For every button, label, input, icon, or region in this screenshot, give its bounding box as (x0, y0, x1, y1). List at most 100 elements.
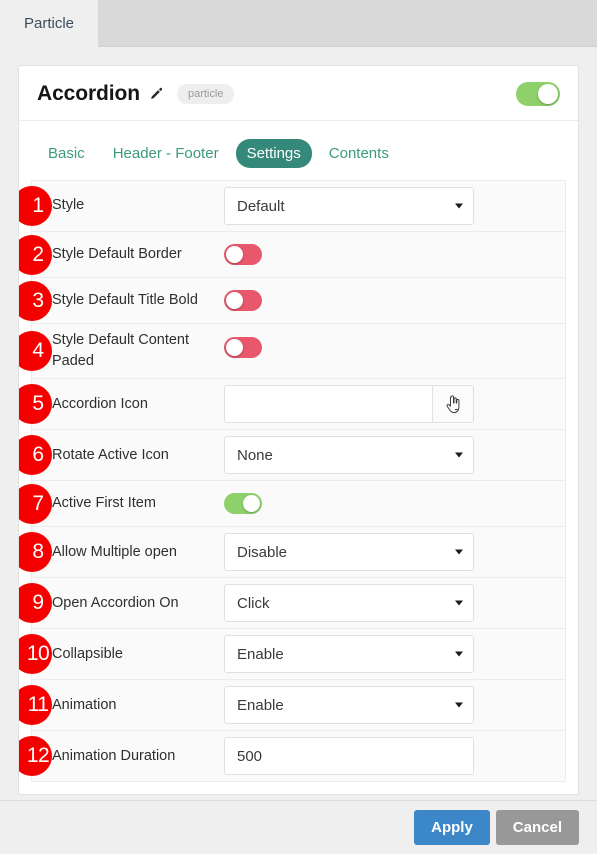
row-field (224, 330, 555, 358)
style-default-border-toggle[interactable] (224, 244, 262, 265)
page-body: Accordion particle Basic Header - Footer (0, 47, 597, 801)
toggle-knob (226, 339, 243, 356)
step-number-badge: 11 (19, 685, 52, 726)
allow-multiple-open-select-value: Disable (237, 543, 288, 561)
apply-button[interactable]: Apply (414, 810, 490, 845)
step-number-badge: 1 (19, 186, 52, 226)
rotate-active-icon-select[interactable]: None (224, 436, 474, 475)
step-number-badge: 9 (19, 583, 52, 624)
tab-basic[interactable]: Basic (37, 139, 96, 168)
animation-duration-input[interactable] (224, 737, 474, 776)
row-field: Disable (224, 533, 555, 572)
row-label: Style Default Title Bold (52, 291, 198, 308)
tab-particle-label: Particle (24, 15, 75, 32)
row-label: Style Default Border (52, 245, 182, 262)
particle-enabled-toggle[interactable] (516, 82, 560, 106)
tab-settings-label: Settings (246, 145, 301, 162)
settings-row-collapsible: 10 Collapsible Enable (19, 629, 565, 681)
row-field: Enable (224, 686, 555, 725)
settings-row-accordion-icon: 5 Accordion Icon (19, 379, 565, 431)
tab-contents-label: Contents (328, 145, 389, 162)
chevron-down-icon (455, 600, 463, 606)
settings-row-rotate-active-icon: 6 Rotate Active Icon None (19, 430, 565, 482)
tab-basic-label: Basic (48, 145, 85, 162)
particle-settings-card: Accordion particle Basic Header - Footer (18, 65, 579, 795)
status-badge: particle (176, 83, 235, 105)
rotate-active-icon-select-value: None (237, 446, 273, 464)
open-accordion-on-select[interactable]: Click (224, 584, 474, 623)
dialog-footer: Apply Cancel (0, 800, 597, 854)
style-default-content-paded-toggle[interactable] (224, 337, 262, 358)
step-number-badge: 12 (19, 736, 52, 777)
tab-settings[interactable]: Settings (235, 139, 312, 168)
row-label: Allow Multiple open (52, 543, 177, 560)
settings-row-style-default-title-bold: 3 Style Default Title Bold (19, 278, 565, 324)
collapsible-select[interactable]: Enable (224, 635, 474, 674)
row-field: Enable (224, 635, 555, 674)
accordion-icon-input[interactable] (224, 385, 432, 424)
row-label: Open Accordion On (52, 594, 179, 611)
row-field: Default (224, 187, 555, 225)
row-field: Click (224, 584, 555, 623)
step-number-badge: 3 (19, 280, 52, 321)
tab-header-footer[interactable]: Header - Footer (102, 139, 230, 168)
cancel-button[interactable]: Cancel (495, 810, 579, 845)
step-number-badge: 2 (19, 234, 52, 275)
accordion-icon-picker (224, 385, 474, 424)
hand-pointer-icon[interactable] (432, 385, 474, 424)
chevron-down-icon (455, 549, 463, 555)
row-field (224, 385, 555, 424)
open-accordion-on-select-value: Click (237, 594, 270, 612)
tab-contents[interactable]: Contents (318, 139, 400, 168)
settings-row-style-default-border: 2 Style Default Border (19, 232, 565, 278)
step-number-badge: 4 (19, 331, 52, 372)
step-number-badge: 5 (19, 384, 52, 425)
animation-select-value: Enable (237, 696, 284, 714)
style-default-title-bold-toggle[interactable] (224, 290, 262, 311)
step-number-badge: 7 (19, 483, 52, 524)
row-label: Style Default Content Paded (52, 332, 190, 370)
row-label: Style (52, 197, 85, 214)
settings-row-animation: 11 Animation Enable (19, 680, 565, 732)
style-select-value: Default (237, 197, 285, 215)
active-first-item-toggle[interactable] (224, 493, 262, 515)
row-label: Active First Item (52, 495, 156, 512)
toggle-knob (538, 84, 558, 104)
step-number-badge: 10 (19, 634, 52, 675)
animation-select[interactable]: Enable (224, 686, 474, 725)
row-label: Animation Duration (52, 747, 176, 764)
style-select[interactable]: Default (224, 187, 474, 225)
settings-row-style-default-content-paded: 4 Style Default Content Paded (19, 324, 565, 380)
toggle-knob (243, 495, 260, 513)
row-field (224, 493, 555, 515)
collapsible-select-value: Enable (237, 645, 284, 663)
row-field (224, 244, 555, 265)
row-field (224, 737, 555, 776)
page-title: Accordion (37, 82, 140, 105)
pencil-icon[interactable] (149, 87, 163, 101)
row-label: Accordion Icon (52, 395, 148, 412)
chevron-down-icon (455, 651, 463, 657)
row-field (224, 290, 555, 311)
settings-row-active-first-item: 7 Active First Item (19, 481, 565, 528)
settings-row-style: 1 Style Default (19, 181, 565, 232)
settings-form: 1 Style Default 2 Style Default Border 3… (19, 180, 566, 783)
tab-header-footer-label: Header - Footer (112, 145, 219, 162)
step-number-badge: 6 (19, 435, 52, 476)
row-label: Rotate Active Icon (52, 446, 169, 463)
settings-tab-list: Basic Header - Footer Settings Contents (19, 121, 578, 180)
tab-particle[interactable]: Particle (0, 0, 99, 47)
settings-row-allow-multiple-open: 8 Allow Multiple open Disable (19, 527, 565, 579)
row-field: None (224, 436, 555, 475)
chevron-down-icon (455, 452, 463, 458)
allow-multiple-open-select[interactable]: Disable (224, 533, 474, 572)
toggle-knob (226, 292, 243, 309)
window-tab-bar: Particle (0, 0, 597, 47)
step-number-badge: 8 (19, 532, 52, 573)
row-label: Collapsible (52, 645, 123, 662)
chevron-down-icon (455, 203, 463, 209)
card-header: Accordion particle (19, 66, 578, 121)
row-label: Animation (52, 696, 117, 713)
settings-row-animation-duration: 12 Animation Duration (19, 731, 565, 783)
settings-row-open-accordion-on: 9 Open Accordion On Click (19, 578, 565, 630)
